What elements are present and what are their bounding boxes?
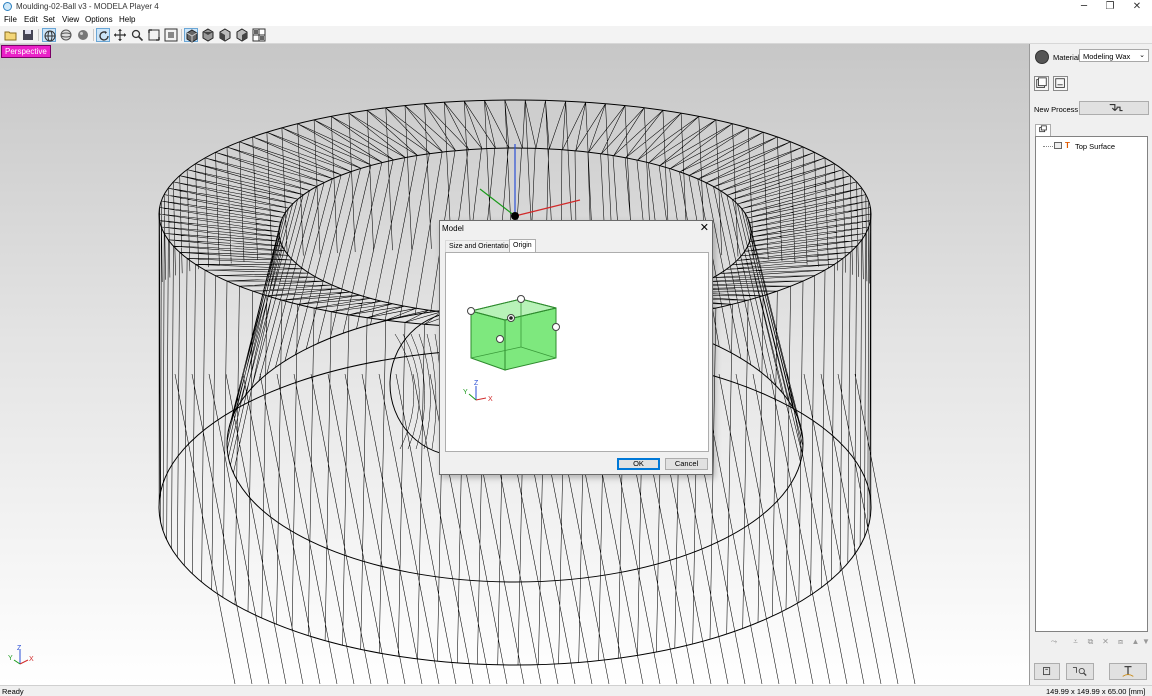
duplicate-icon[interactable]: ⧈	[1114, 636, 1127, 648]
origin-cube-diagram: Z X Y	[463, 295, 560, 403]
save-icon[interactable]	[21, 28, 35, 42]
view-top-icon[interactable]	[201, 28, 215, 42]
material-label: Material	[1053, 53, 1080, 62]
toolbar-separator	[181, 29, 182, 41]
ok-button[interactable]: OK	[617, 458, 660, 470]
model-settings-button[interactable]	[1034, 76, 1049, 91]
status-text: Ready	[2, 687, 24, 696]
tab-size-orientation[interactable]: Size and Orientation	[445, 240, 517, 252]
material-icon	[1035, 50, 1049, 64]
sphere-solid-icon[interactable]	[76, 28, 90, 42]
copy-icon[interactable]: ⧉	[1084, 636, 1097, 648]
model-dialog: Model ✕ Size and Orientation Origin Z X …	[439, 220, 713, 475]
tree-connector	[1043, 146, 1053, 147]
axis-x-label: X	[29, 656, 34, 663]
toolbar-separator	[38, 29, 39, 41]
window-title: Moulding-02-Ball v3 - MODELA Player 4	[16, 2, 159, 11]
axis-indicator: Z X Y	[8, 645, 34, 665]
tree-item-label: Top Surface	[1075, 142, 1116, 151]
new-process-button[interactable]	[1079, 101, 1149, 115]
menu-help[interactable]: Help	[119, 15, 135, 24]
open-icon[interactable]	[4, 28, 18, 42]
node-icon	[1054, 142, 1062, 149]
dialog-close-icon[interactable]: ✕	[700, 221, 709, 234]
menu-bar: File Edit Set View Options Help	[0, 14, 1152, 26]
wireframe-icon[interactable]	[42, 28, 56, 42]
model-dimensions: 149.99 x 149.99 x 65.00 [mm]	[1046, 687, 1146, 696]
rotate-icon[interactable]	[96, 28, 110, 42]
fit-icon[interactable]	[164, 28, 178, 42]
view-side-icon[interactable]	[235, 28, 249, 42]
tab-origin[interactable]: Origin	[509, 239, 536, 253]
view-iso-icon[interactable]	[184, 28, 198, 43]
process-panel: Material Modeling Wax ⌄ New Process T To…	[1031, 44, 1152, 685]
perspective-label[interactable]: Perspective	[1, 45, 51, 58]
toolbar	[0, 26, 1152, 44]
origin-option[interactable]	[517, 295, 525, 303]
dialog-axis-y: Y	[463, 389, 468, 396]
tree-toolbar: ⤳ ⩡ ⧉ ✕ ⧈ ▲ ▼	[1035, 636, 1151, 648]
process-tree[interactable]: T Top Surface	[1035, 136, 1148, 632]
axis-y-label: Y	[8, 655, 13, 662]
toolbar-separator	[93, 29, 94, 41]
axis-z-label: Z	[17, 645, 22, 652]
status-bar: Ready 149.99 x 149.99 x 65.00 [mm]	[0, 685, 1152, 696]
menu-options[interactable]: Options	[85, 15, 113, 24]
dialog-axis-z: Z	[474, 380, 479, 387]
process-tree-tab[interactable]	[1035, 124, 1051, 136]
selected-dot	[509, 316, 513, 320]
simulate-button[interactable]	[1066, 663, 1094, 680]
cancel-button[interactable]: Cancel	[665, 458, 708, 470]
app-icon	[3, 2, 12, 11]
filter-icon[interactable]: ⩡	[1069, 636, 1082, 648]
edit-process-icon[interactable]: ⤳	[1043, 636, 1065, 648]
origin-option[interactable]	[496, 335, 504, 343]
dialog-axis-x: X	[488, 396, 493, 403]
origin-point	[511, 212, 519, 220]
origin-option[interactable]	[552, 323, 560, 331]
material-select[interactable]: Modeling Wax ⌄	[1079, 49, 1149, 62]
material-value: Modeling Wax	[1083, 52, 1131, 61]
zoom-window-icon[interactable]	[147, 28, 161, 42]
close-button[interactable]: ✕	[1123, 0, 1151, 14]
top-surface-icon: T	[1065, 141, 1070, 150]
minimize-button[interactable]: ─	[1070, 0, 1098, 14]
pan-icon[interactable]	[113, 28, 127, 42]
dialog-title: Model	[442, 224, 464, 233]
view-front-icon[interactable]	[218, 28, 232, 42]
move-down-icon[interactable]: ▼	[1141, 636, 1151, 648]
preview-button[interactable]	[1034, 663, 1060, 680]
view-multi-icon[interactable]	[252, 28, 266, 42]
bottom-actions	[1031, 661, 1152, 685]
new-process-label: New Process	[1034, 105, 1079, 114]
cut-button[interactable]	[1109, 663, 1147, 680]
sphere-wire-icon[interactable]	[59, 28, 73, 42]
menu-set[interactable]: Set	[43, 15, 55, 24]
delete-icon[interactable]: ✕	[1099, 636, 1112, 648]
zoom-icon[interactable]	[130, 28, 144, 42]
title-bar: Moulding-02-Ball v3 - MODELA Player 4 ─ …	[0, 0, 1152, 14]
menu-edit[interactable]: Edit	[24, 15, 38, 24]
layout-button[interactable]	[1053, 76, 1068, 91]
menu-file[interactable]: File	[4, 15, 17, 24]
chevron-down-icon: ⌄	[1139, 52, 1145, 59]
menu-view[interactable]: View	[62, 15, 79, 24]
origin-tab-page: Z X Y	[445, 252, 709, 452]
restore-button[interactable]: ❐	[1096, 0, 1124, 14]
origin-option[interactable]	[467, 307, 475, 315]
